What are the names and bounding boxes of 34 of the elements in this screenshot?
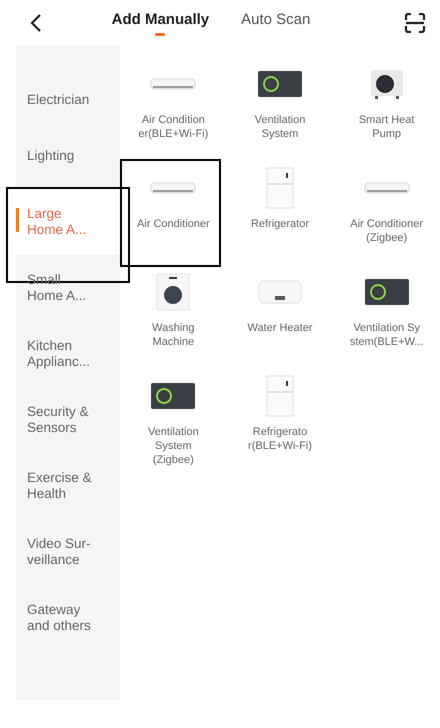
air-conditioner-icon [364, 182, 410, 194]
device-item[interactable]: Water Heater [226, 271, 334, 335]
air-conditioner-icon [150, 182, 196, 194]
water-heater-icon [258, 280, 302, 304]
device-item[interactable]: Smart Heat Pump [333, 63, 440, 141]
category-item[interactable]: Electrician [16, 77, 120, 123]
heat-pump-icon [370, 69, 404, 99]
device-item[interactable]: Air Conditioner (Zigbee) [333, 167, 440, 245]
device-item[interactable]: Refrigerator [226, 167, 334, 231]
ventilation-panel-icon [364, 279, 409, 305]
washing-machine-icon [156, 273, 190, 311]
tab[interactable]: Add Manually [112, 7, 210, 38]
device-item[interactable]: Air Condition er(BLE+Wi-Fi) [120, 63, 227, 141]
scan-icon[interactable] [404, 12, 426, 32]
back-button[interactable] [30, 12, 42, 32]
air-conditioner-icon [150, 78, 196, 90]
device-item[interactable]: Ventilation System (Zigbee) [120, 375, 227, 467]
ventilation-panel-icon [258, 71, 302, 97]
ventilation-panel-icon [151, 383, 196, 409]
tab[interactable]: Auto Scan [241, 7, 310, 38]
category-item[interactable]: Kitchen Applianc... [16, 321, 120, 387]
device-item[interactable]: Ventilation System [226, 63, 334, 141]
category-item[interactable]: Video Sur-veillance [16, 519, 120, 585]
device-item[interactable]: Ventilation Sy stem(BLE+W... [333, 271, 440, 349]
category-item[interactable]: Gateway and others [16, 585, 120, 651]
device-item[interactable]: Washing Machine [120, 271, 227, 349]
category-item[interactable]: Exercise & Health [16, 453, 120, 519]
category-item[interactable]: Security & Sensors [16, 387, 120, 453]
refrigerator-icon [266, 167, 294, 209]
device-item[interactable]: Air Conditioner [120, 167, 227, 231]
refrigerator-icon [266, 375, 294, 417]
category-item[interactable]: Lighting [16, 123, 120, 189]
category-item[interactable]: Large Home A... [16, 189, 120, 255]
device-item[interactable]: Refrigerato r(BLE+Wi-Fi) [226, 375, 334, 453]
